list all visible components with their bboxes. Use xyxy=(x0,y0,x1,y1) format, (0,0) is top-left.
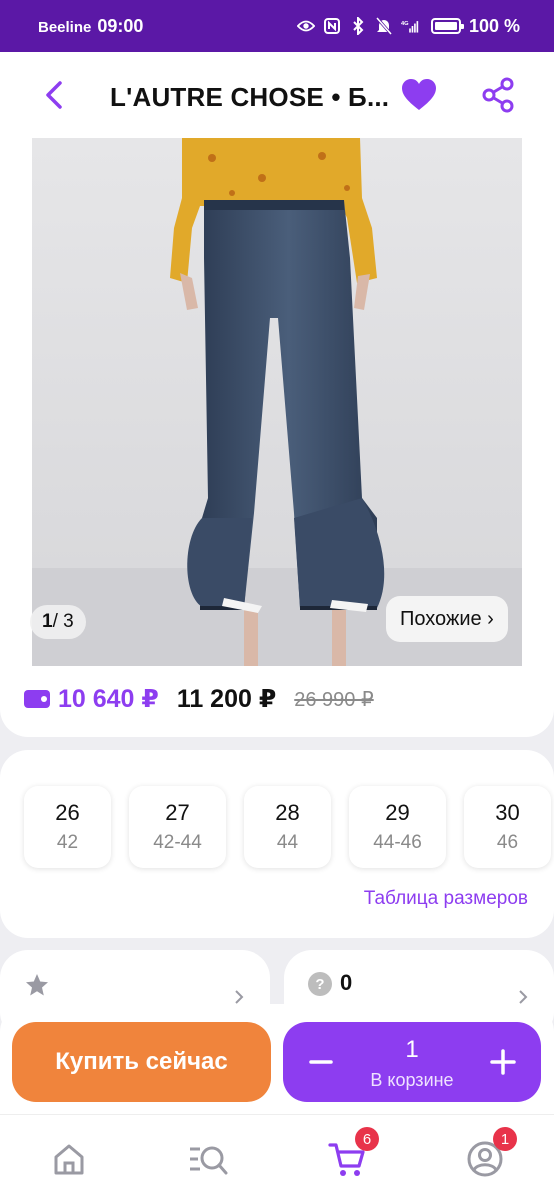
plus-button[interactable] xyxy=(487,1046,519,1078)
size-label: 30 xyxy=(495,800,520,825)
gallery-current: 1 xyxy=(42,611,53,632)
nav-profile[interactable]: 1 xyxy=(465,1127,517,1179)
size-chart-link[interactable]: Таблица размеров xyxy=(364,888,528,910)
clock: 09:00 xyxy=(97,15,144,36)
back-button[interactable] xyxy=(38,78,72,112)
mute-bell-icon xyxy=(375,17,393,35)
nav-cart[interactable]: 6 xyxy=(327,1127,379,1179)
product-photo[interactable] xyxy=(32,138,522,666)
gallery-total: / 3 xyxy=(52,611,74,632)
size-label: 26 xyxy=(55,800,80,825)
catalog-search-icon xyxy=(190,1146,228,1175)
battery-icon xyxy=(430,18,464,34)
question-bubble-icon: ? xyxy=(308,972,332,996)
favorite-button[interactable] xyxy=(400,78,438,112)
nav-catalog-search[interactable] xyxy=(186,1139,228,1179)
profile-badge: 1 xyxy=(493,1127,517,1151)
carrier-name: Beeline xyxy=(38,18,92,36)
price: 11 200 ₽ xyxy=(176,685,277,713)
size-option[interactable]: 28 44 xyxy=(244,786,331,868)
size-selector-card: 26 42 27 42-44 28 44 29 44-46 30 46 Табл… xyxy=(0,750,554,938)
product-card: L'AUTRE CHOSE • Б... 1 / 3 Похожие › 10 … xyxy=(0,52,554,737)
size-option[interactable]: 26 42 xyxy=(24,786,111,868)
similar-products-button[interactable]: Похожие › xyxy=(386,596,508,642)
heart-icon xyxy=(402,79,436,110)
battery-percent: 100 % xyxy=(468,15,520,36)
chevron-right-icon xyxy=(519,990,528,1004)
old-price: 26 990 ₽ xyxy=(294,688,374,711)
purchase-bar: Купить сейчас 1 В корзине xyxy=(0,1004,554,1114)
chevron-right-icon xyxy=(235,990,244,1004)
jeans-product-image xyxy=(32,138,522,666)
signal-icon: 4G xyxy=(401,17,419,35)
top-bar: L'AUTRE CHOSE • Б... xyxy=(0,52,554,138)
size-ru: 44 xyxy=(276,832,299,853)
size-ru: 46 xyxy=(496,832,519,853)
size-ru: 44-46 xyxy=(373,832,422,853)
size-list: 26 42 27 42-44 28 44 29 44-46 30 46 xyxy=(24,786,551,868)
size-label: 29 xyxy=(385,800,410,825)
size-option[interactable]: 27 42-44 xyxy=(129,786,226,868)
bottom-navigation: 6 1 xyxy=(0,1114,554,1200)
card-price: 10 640 ₽ xyxy=(24,684,159,714)
share-icon xyxy=(482,77,514,113)
nfc-icon xyxy=(323,17,341,35)
chevron-left-icon xyxy=(46,81,62,109)
cart-quantity-control: 1 В корзине xyxy=(283,1022,541,1102)
cart-badge: 6 xyxy=(355,1127,379,1151)
size-option[interactable]: 30 46 xyxy=(464,786,551,868)
size-ru: 42-44 xyxy=(153,832,202,853)
share-button[interactable] xyxy=(481,77,515,113)
nav-home[interactable] xyxy=(49,1139,89,1179)
home-icon xyxy=(54,1144,84,1175)
size-option[interactable]: 29 44-46 xyxy=(349,786,446,868)
price-row: 10 640 ₽ 11 200 ₽ 26 990 ₽ xyxy=(24,684,374,714)
star-icon xyxy=(26,974,48,996)
size-ru: 42 xyxy=(56,832,79,853)
svg-text:4G: 4G xyxy=(401,21,409,27)
buy-now-button[interactable]: Купить сейчас xyxy=(12,1022,271,1102)
questions-count: 0 xyxy=(340,970,353,995)
gallery-counter: 1 / 3 xyxy=(30,605,86,639)
status-bar: Beeline 09:00 4G 100 % xyxy=(0,0,554,52)
size-label: 28 xyxy=(275,800,300,825)
eye-icon xyxy=(296,17,315,35)
card-price-value: 10 640 ₽ xyxy=(58,685,159,713)
size-label: 27 xyxy=(165,800,190,825)
page-title: L'AUTRE CHOSE • Б... xyxy=(110,82,390,112)
wallet-icon xyxy=(24,690,50,708)
bluetooth-icon xyxy=(349,17,367,35)
